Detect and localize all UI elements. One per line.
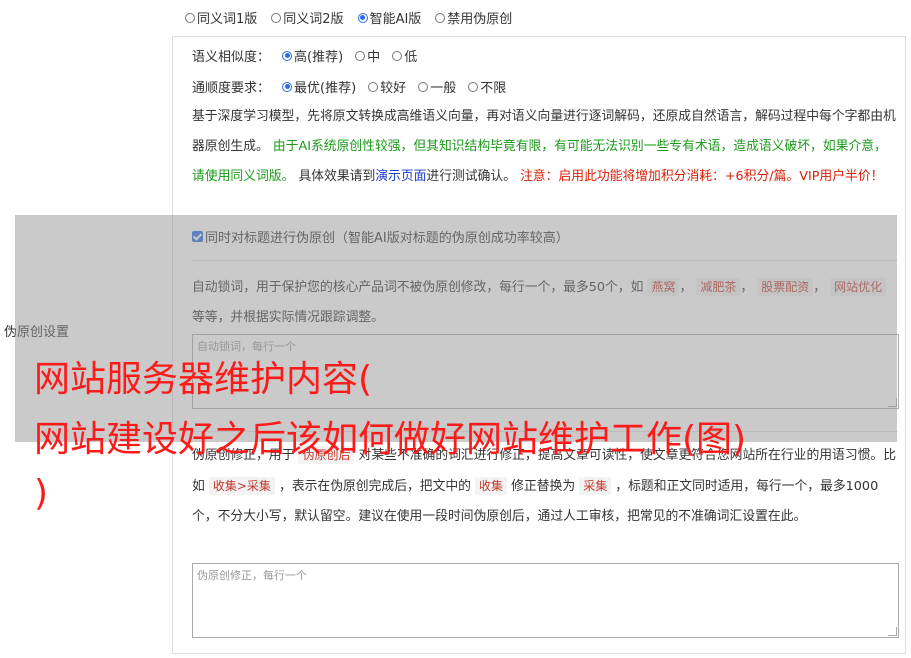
desc-text: 进行测试确认。: [426, 169, 516, 184]
radio-fluency-any[interactable]: 不限: [468, 77, 506, 96]
radio-label: 同义词2版: [283, 12, 344, 27]
gray-overlay-banner: [15, 215, 897, 442]
radio-label: 低: [404, 50, 418, 65]
radio-synonym-v1[interactable]: 同义词1版: [185, 8, 257, 27]
correction-placeholder: 伪原创修正，每行一个: [197, 569, 307, 582]
radio-label: 中: [367, 50, 381, 65]
correction-text: 修正替换为: [511, 479, 576, 494]
headline-line-2: 网站建设好之后该如何做好网站维护工作(图): [34, 419, 747, 460]
radio-similarity-high[interactable]: 高(推荐): [282, 46, 343, 65]
correction-textarea[interactable]: 伪原创修正，每行一个: [192, 563, 899, 638]
radio-dot-icon: [271, 12, 282, 23]
radio-dot-checked-icon: [282, 50, 293, 61]
example-tag: 收集>采集: [208, 477, 275, 495]
radio-dot-checked-icon: [282, 81, 293, 92]
fluency-label: 通顺度要求：: [192, 81, 271, 96]
similarity-row: 语义相似度： 高(推荐) 中 低: [192, 46, 417, 65]
radio-similarity-mid[interactable]: 中: [355, 46, 380, 65]
radio-label: 较好: [380, 81, 407, 96]
radio-dot-icon: [418, 81, 429, 92]
radio-dot-checked-icon: [357, 12, 368, 23]
radio-label: 同义词1版: [197, 12, 258, 27]
similarity-label: 语义相似度：: [192, 50, 271, 65]
radio-dot-icon: [185, 12, 195, 23]
demo-page-link[interactable]: 演示页面: [375, 169, 426, 184]
radio-ai-version[interactable]: 智能AI版: [357, 8, 422, 27]
radio-similarity-low[interactable]: 低: [392, 46, 417, 65]
radio-label: 不限: [480, 81, 507, 96]
radio-dot-icon: [392, 50, 403, 61]
headline-line-3: ): [34, 473, 49, 514]
radio-label: 高(推荐): [294, 50, 344, 65]
version-radio-group: 同义词1版 同义词2版 智能AI版 禁用伪原创: [185, 8, 512, 27]
desc-text: 具体效果请到: [298, 169, 376, 184]
correction-text: ，表示在伪原创完成后，把文中的: [279, 479, 471, 494]
ai-description: 基于深度学习模型，先将原文转换成高维语义向量，再对语义向量进行逐词解码，还原成自…: [192, 102, 898, 192]
radio-dot-icon: [435, 12, 446, 23]
desc-notice-red: 注意：启用此功能将增加积分消耗：+6积分/篇。VIP用户半价！: [520, 169, 884, 184]
radio-dot-icon: [355, 50, 366, 61]
radio-dot-icon: [368, 81, 379, 92]
radio-fluency-good[interactable]: 较好: [368, 77, 406, 96]
headline-line-1: 网站服务器维护内容(: [34, 359, 373, 400]
example-tag: 收集: [475, 477, 508, 495]
radio-disable[interactable]: 禁用伪原创: [435, 8, 512, 27]
radio-fluency-best[interactable]: 最优(推荐): [282, 77, 356, 96]
resize-handle-icon[interactable]: [888, 627, 897, 636]
radio-label: 一般: [430, 81, 457, 96]
example-tag: 采集: [579, 477, 612, 495]
radio-fluency-normal[interactable]: 一般: [418, 77, 456, 96]
radio-synonym-v2[interactable]: 同义词2版: [271, 8, 344, 27]
radio-label: 智能AI版: [369, 12, 422, 27]
fluency-row: 通顺度要求： 最优(推荐) 较好 一般 不限: [192, 77, 506, 96]
radio-label: 最优(推荐): [294, 81, 357, 96]
radio-dot-icon: [468, 81, 479, 92]
radio-label: 禁用伪原创: [447, 12, 513, 27]
